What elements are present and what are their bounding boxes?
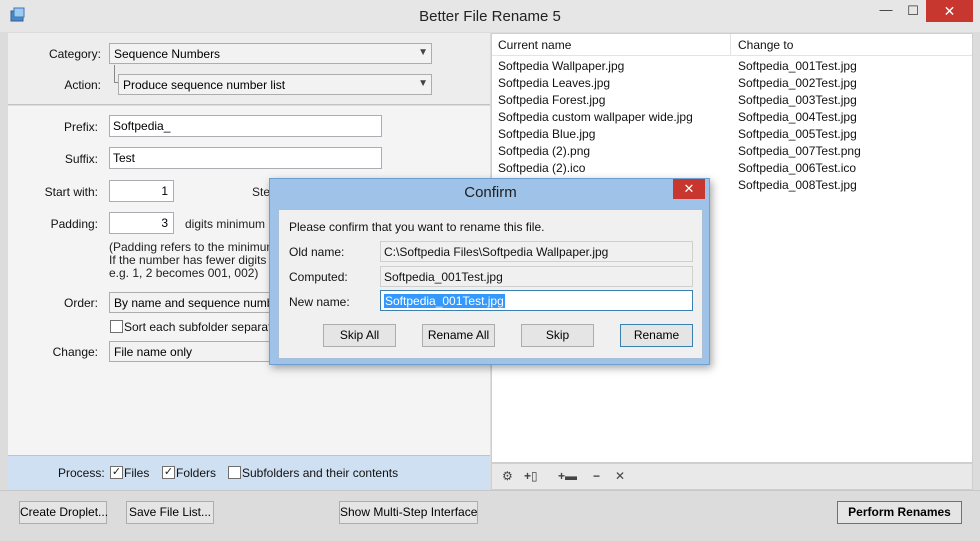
computed-field: Softpedia_001Test.jpg [380,266,693,287]
folders-label: Folders [176,466,217,480]
prefix-label: Prefix: [63,120,98,134]
old-name-label: Old name: [289,245,345,259]
suffix-label: Suffix: [64,152,98,166]
order-select[interactable]: By name and sequence number ( [109,292,277,313]
new-name-input[interactable]: Softpedia_001Test.jpg [380,290,693,311]
process-label: Process: [58,466,105,480]
action-value: Produce sequence number list [123,78,286,92]
action-select[interactable]: Produce sequence number list ▼ [118,74,432,95]
order-label: Order: [63,296,98,310]
bottom-bar: Create Droplet... Save File List... Show… [0,490,980,541]
padding-note-line2: If the number has fewer digits leac [109,253,292,267]
dialog-close-button[interactable]: ✕ [673,179,705,199]
folders-checkbox[interactable]: ✓ [162,466,175,479]
current-name-cell: Softpedia Wallpaper.jpg [498,59,625,73]
padding-field[interactable]: 3 [109,212,174,234]
subfolders-checkbox[interactable] [228,466,241,479]
sort-subfolders-checkbox[interactable] [110,320,123,333]
padding-note-line1: (Padding refers to the minimum nu [109,240,294,254]
current-name-cell: Softpedia (2).png [498,144,591,158]
category-select[interactable]: Sequence Numbers ▼ [109,43,432,64]
change-to-cell: Softpedia_008Test.jpg [738,178,857,192]
list-item[interactable]: Softpedia Blue.jpg Softpedia_005Test.jpg [492,126,972,143]
column-divider[interactable] [730,34,731,56]
save-file-list-button[interactable]: Save File List... [126,501,214,524]
current-name-cell: Softpedia Forest.jpg [498,93,606,107]
current-name-cell: Softpedia (2).ico [498,161,586,175]
category-group: Category: Sequence Numbers ▼ Action: Pro… [8,33,490,105]
category-label: Category: [48,47,101,61]
start-field[interactable]: 1 [109,180,174,202]
settings-icon[interactable]: ⚙ [502,469,513,483]
list-header: Current name Change to [492,34,972,56]
create-droplet-button[interactable]: Create Droplet... [19,501,108,524]
column-current-name[interactable]: Current name [498,38,571,52]
prefix-field[interactable]: Softpedia_ [109,115,382,137]
change-to-cell: Softpedia_001Test.jpg [738,59,857,73]
column-change-to[interactable]: Change to [738,38,793,52]
dialog-title: Confirm [464,184,517,201]
padding-label: Padding: [50,217,98,231]
list-toolbar: ⚙ +▯ +▬ − ✕ [491,463,973,490]
files-checkbox[interactable]: ✓ [110,466,123,479]
add-folder-icon[interactable]: +▬ [558,469,577,483]
skip-all-button[interactable]: Skip All [323,324,396,347]
skip-button[interactable]: Skip [521,324,594,347]
list-item[interactable]: Softpedia custom wallpaper wide.jpg Softp… [492,109,972,126]
list-item[interactable]: Softpedia (2).ico Softpedia_006Test.ico [492,160,972,177]
change-to-cell: Softpedia_007Test.png [738,144,861,158]
padding-unit: digits minimum [185,217,266,231]
list-item[interactable]: Softpedia (2).png Softpedia_007Test.png [492,143,972,160]
change-to-cell: Softpedia_005Test.jpg [738,127,857,141]
dialog-message: Please confirm that you want to rename t… [289,220,545,234]
padding-note-line3: e.g. 1, 2 becomes 001, 002) [109,266,259,280]
files-label: Files [124,466,150,480]
multi-step-button[interactable]: Show Multi-Step Interface [339,501,478,524]
rename-all-button[interactable]: Rename All [422,324,495,347]
start-label: Start with: [44,185,98,199]
change-to-cell: Softpedia_006Test.ico [738,161,857,175]
change-select[interactable]: File name only [109,341,277,362]
rename-button[interactable]: Rename [620,324,693,347]
list-item[interactable]: Softpedia Wallpaper.jpg Softpedia_001Test… [492,58,972,75]
window-title: Better File Rename 5 [419,8,561,25]
category-value: Sequence Numbers [114,47,221,61]
chevron-down-icon: ▼ [418,78,428,89]
change-to-cell: Softpedia_002Test.jpg [738,76,857,90]
process-bar: Process: ✓ Files ✓ Folders Subfolders an… [8,456,490,489]
chevron-down-icon: ▼ [418,47,428,58]
list-item[interactable]: Softpedia Leaves.jpg Softpedia_002Test.jp… [492,75,972,92]
clear-icon[interactable]: ✕ [615,469,625,483]
confirm-dialog: Confirm ✕ Please confirm that you want t… [269,178,710,365]
change-to-cell: Softpedia_004Test.jpg [738,110,857,124]
new-name-value: Softpedia_001Test.jpg [384,294,505,308]
close-button[interactable]: ✕ [926,0,973,22]
action-label: Action: [64,78,101,92]
list-item[interactable]: Softpedia Forest.jpg Softpedia_003Test.jp… [492,92,972,109]
current-name-cell: Softpedia Blue.jpg [498,127,596,141]
dialog-body: Please confirm that you want to rename t… [278,209,703,359]
change-label: Change: [52,345,98,359]
add-file-icon[interactable]: +▯ [524,469,538,483]
sort-subfolders-label: Sort each subfolder separately [124,320,287,334]
change-to-cell: Softpedia_003Test.jpg [738,93,857,107]
current-name-cell: Softpedia Leaves.jpg [498,76,611,90]
perform-renames-button[interactable]: Perform Renames [837,501,962,524]
maximize-button[interactable]: ☐ [900,0,926,22]
suffix-field[interactable]: Test [109,147,382,169]
old-name-field: C:\Softpedia Files\Softpedia Wallpaper.j… [380,241,693,262]
computed-label: Computed: [289,270,348,284]
title-bar: Better File Rename 5 — ☐ ✕ [0,0,980,32]
minimize-button[interactable]: — [872,0,900,22]
remove-icon[interactable]: − [593,469,600,483]
subfolders-label: Subfolders and their contents [242,466,399,480]
current-name-cell: Softpedia custom wallpaper wide.jpg [498,110,693,124]
step-label: Ste [252,185,271,199]
new-name-label: New name: [289,295,350,309]
